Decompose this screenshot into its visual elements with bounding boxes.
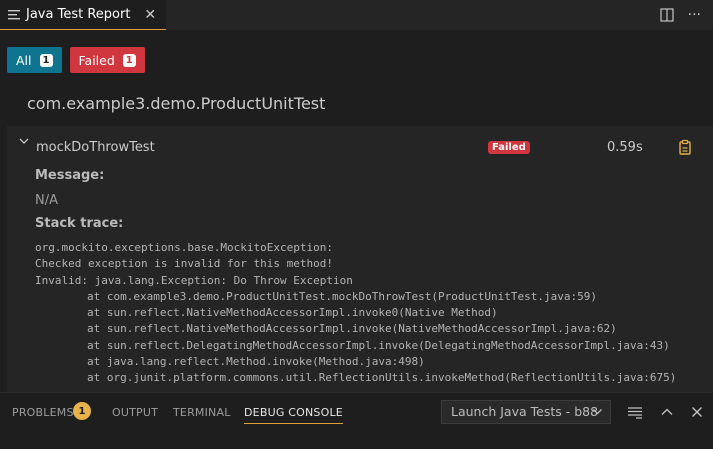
stack-trace-line: at sun.reflect.DelegatingMethodAccessorI… bbox=[87, 338, 670, 352]
editor-actions: ··· bbox=[660, 0, 713, 30]
test-method-name: mockDoThrowTest bbox=[36, 140, 155, 155]
chevron-down-icon[interactable] bbox=[18, 135, 30, 147]
message-value: N/A bbox=[35, 193, 58, 208]
filter-lines-icon[interactable] bbox=[627, 404, 643, 420]
stack-trace-line: at java.lang.reflect.Method.invoke(Metho… bbox=[87, 355, 425, 369]
more-actions-icon[interactable]: ··· bbox=[688, 8, 701, 22]
test-class-title: com.example3.demo.ProductUnitTest bbox=[27, 94, 326, 113]
panel-tab-bar: PROBLEMS 1 OUTPUT TERMINAL DEBUG CONSOLE… bbox=[0, 392, 713, 449]
test-result-panel: mockDoThrowTest Failed 0.59s Message: N/… bbox=[7, 126, 713, 392]
stack-trace: org.mockito.exceptions.base.MockitoExcep… bbox=[35, 240, 711, 387]
chevron-up-icon[interactable] bbox=[659, 404, 675, 420]
list-lines-icon bbox=[8, 9, 20, 19]
filter-failed-label: Failed bbox=[78, 52, 115, 68]
stack-trace-line: at com.example3.demo.ProductUnitTest.moc… bbox=[87, 289, 597, 303]
filter-all-label: All bbox=[16, 52, 32, 68]
test-result-header[interactable]: mockDoThrowTest Failed 0.59s bbox=[7, 126, 713, 156]
split-editor-icon[interactable] bbox=[660, 8, 674, 22]
problems-count-badge: 1 bbox=[73, 402, 91, 420]
stack-trace-line: Invalid: java.lang.Exception: Do Throw E… bbox=[35, 273, 353, 287]
tab-java-test-report[interactable]: Java Test Report ✕ bbox=[0, 0, 167, 30]
filter-failed-button[interactable]: Failed 1 bbox=[69, 47, 145, 73]
test-report-content: All 1 Failed 1 com.example3.demo.Product… bbox=[0, 30, 713, 392]
filter-all-count: 1 bbox=[39, 53, 53, 67]
tab-title: Java Test Report bbox=[26, 7, 131, 22]
close-icon[interactable] bbox=[689, 404, 705, 420]
filter-all-button[interactable]: All 1 bbox=[7, 47, 62, 73]
stack-trace-line: at sun.reflect.NativeMethodAccessorImpl.… bbox=[87, 306, 498, 320]
filter-bar: All 1 Failed 1 bbox=[7, 47, 145, 73]
filter-failed-count: 1 bbox=[122, 53, 136, 67]
test-duration: 0.59s bbox=[607, 140, 643, 155]
tab-debug-console[interactable]: DEBUG CONSOLE bbox=[244, 406, 343, 424]
copy-icon[interactable] bbox=[677, 139, 693, 155]
message-label: Message: bbox=[35, 168, 105, 183]
stack-trace-line: at sun.reflect.NativeMethodAccessorImpl.… bbox=[87, 322, 617, 336]
stack-trace-label: Stack trace: bbox=[35, 216, 124, 231]
stack-trace-line: at org.junit.platform.commons.util.Refle… bbox=[87, 371, 677, 385]
tab-problems[interactable]: PROBLEMS bbox=[12, 406, 74, 419]
stack-trace-line: org.mockito.exceptions.base.MockitoExcep… bbox=[35, 241, 334, 254]
vscode-window: Java Test Report ✕ ··· All 1 Failed 1 co… bbox=[0, 0, 713, 449]
stack-trace-line: Checked exception is invalid for this me… bbox=[35, 257, 334, 271]
tab-output[interactable]: OUTPUT bbox=[112, 406, 158, 419]
launch-config-value: Launch Java Tests - b88 bbox=[451, 404, 599, 419]
editor-tab-bar: Java Test Report ✕ ··· bbox=[0, 0, 713, 30]
launch-config-select[interactable]: Launch Java Tests - b88 bbox=[441, 400, 611, 424]
status-badge: Failed bbox=[488, 141, 530, 154]
tab-terminal[interactable]: TERMINAL bbox=[173, 406, 231, 419]
chevron-down-icon bbox=[593, 409, 602, 415]
close-icon[interactable]: ✕ bbox=[144, 8, 156, 22]
